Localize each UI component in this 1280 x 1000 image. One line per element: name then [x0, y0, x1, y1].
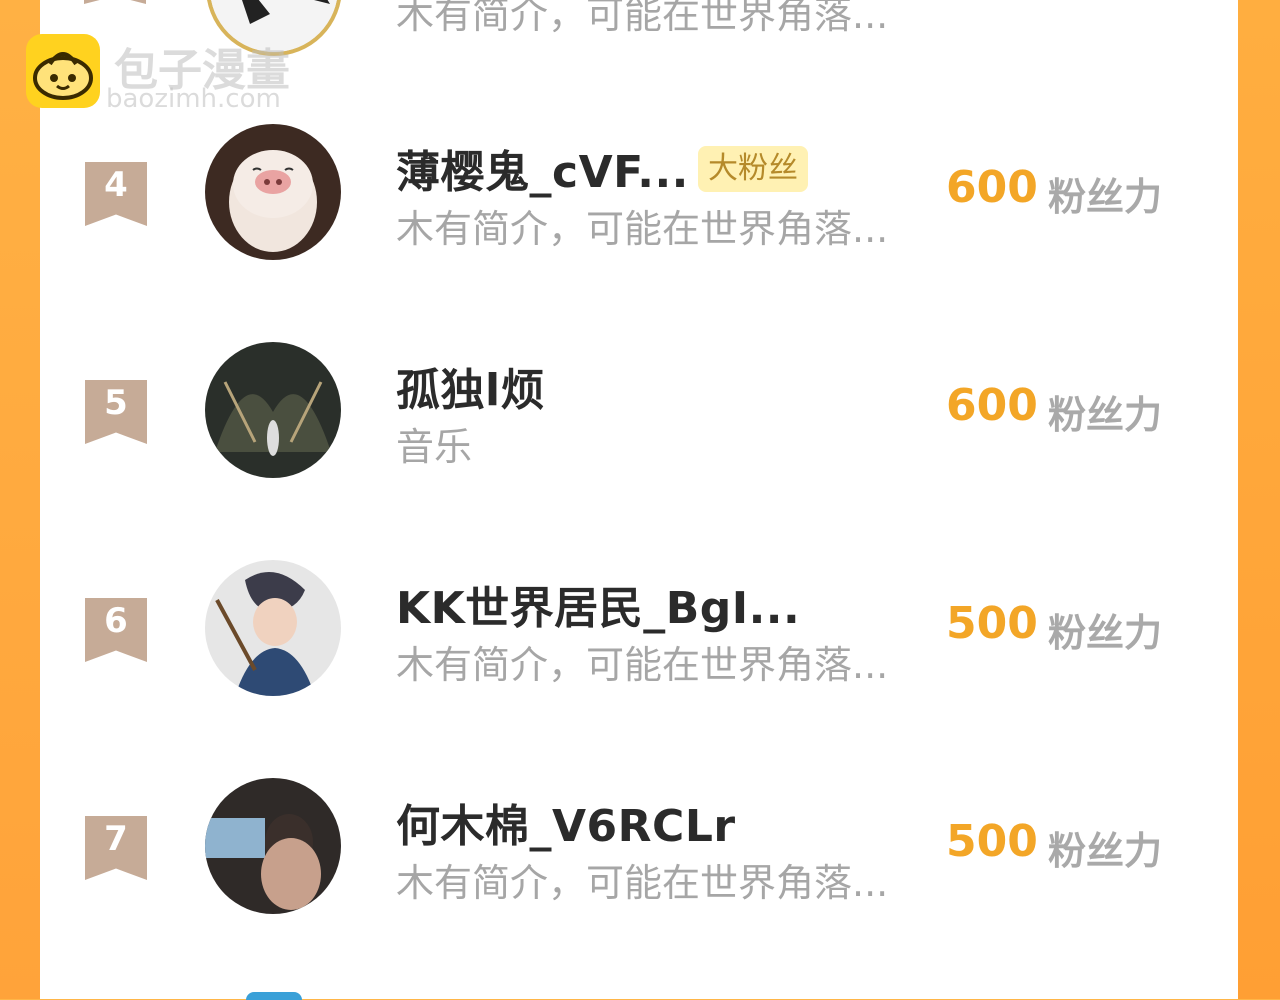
avatar[interactable] [205, 778, 341, 914]
user-description: 木有简介，可能在世界角落... [396, 207, 889, 251]
user-name[interactable]: KK世界居民_BgI... [396, 572, 800, 636]
fan-power-score: 600 [946, 162, 1038, 213]
rank-ribbon: 4 [85, 162, 147, 226]
site-watermark: 包子漫畫 baozimh.com [26, 34, 326, 114]
watermark-site: baozimh.com [106, 84, 281, 114]
user-description: 音乐 [396, 425, 473, 469]
avatar[interactable] [205, 560, 341, 696]
fan-row[interactable]: 5 孤独l烦 音乐 600 粉丝力 [40, 342, 1238, 522]
user-description: 木有简介，可能在世界角落... [396, 643, 889, 687]
avatar[interactable] [205, 124, 341, 260]
fan-row[interactable]: 7 何木棉_V6RCLr 木有简介，可能在世界角落... 500 粉丝力 [40, 778, 1238, 958]
user-description: 木有简介，可能在世界角落... [396, 0, 889, 37]
fan-row[interactable]: 6 KK世界居民_BgI... 木有简介，可能在世界角落... 500 粉丝力 [40, 560, 1238, 740]
user-name[interactable]: 何木棉_V6RCLr [396, 790, 736, 854]
fan-power-unit: 粉丝力 [1048, 175, 1163, 219]
fan-power-unit: 粉丝力 [1048, 611, 1163, 655]
rank-ribbon: 5 [85, 380, 147, 444]
right-border [1238, 0, 1280, 999]
fan-power-unit: 粉丝力 [1048, 393, 1163, 437]
fan-power-unit: 粉丝力 [1048, 829, 1163, 873]
user-name[interactable]: 孤独l烦 [396, 354, 545, 418]
rank-ribbon: 6 [85, 598, 147, 662]
big-fan-badge: 大粉丝 [698, 146, 808, 192]
fan-power-score: 600 [946, 380, 1038, 431]
user-name[interactable]: 薄樱鬼_cVF... [396, 136, 689, 200]
left-border [0, 0, 40, 999]
rank-ribbon: 7 [85, 816, 147, 880]
user-description: 木有简介，可能在世界角落... [396, 861, 889, 905]
fan-row[interactable]: 4 薄樱鬼_cVF... 大粉丝 木有简介，可能在世界角落... 600 粉丝力 [40, 124, 1238, 304]
bun-logo-icon [26, 34, 100, 108]
fan-power-score: 500 [946, 816, 1038, 867]
avatar[interactable] [205, 342, 341, 478]
fan-power-score: 500 [946, 598, 1038, 649]
